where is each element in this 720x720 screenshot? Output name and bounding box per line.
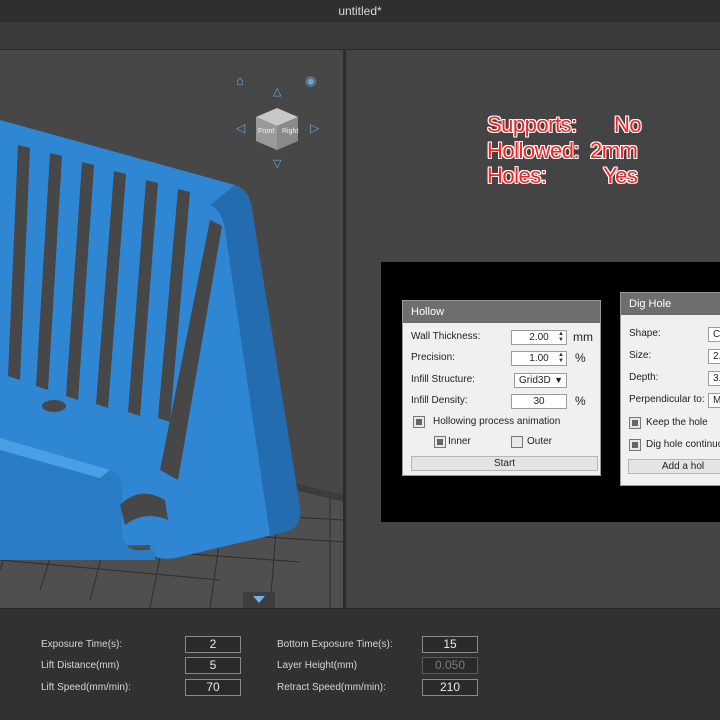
shape-select[interactable]: Ci — [708, 327, 720, 342]
add-hole-button[interactable]: Add a hol — [628, 459, 720, 474]
rotate-left-icon[interactable]: ◁ — [236, 122, 245, 135]
infill-density-field[interactable]: 30 — [511, 394, 567, 409]
exposure-time-label: Exposure Time(s): — [41, 639, 123, 650]
annotation-holes-value: Yes — [603, 163, 638, 188]
lift-speed-label: Lift Speed(mm/min): — [41, 682, 132, 693]
nav-cube[interactable]: Front Right — [254, 106, 300, 152]
lift-distance-field[interactable]: 5 — [185, 657, 241, 674]
hollow-dialog-title: Hollow — [403, 301, 600, 323]
inner-label: Inner — [448, 436, 471, 447]
lift-speed-field[interactable]: 70 — [185, 679, 241, 696]
infill-structure-value: Grid3D — [519, 375, 551, 386]
arrow-up-icon[interactable]: △ — [273, 86, 281, 99]
spin-arrows-icon[interactable]: ▲ ▼ — [558, 331, 564, 343]
lift-distance-label: Lift Distance(mm) — [41, 660, 120, 671]
add-hole-button-label: Add a hol — [661, 461, 705, 472]
dig-continuous-label: Dig hole continuou — [646, 439, 720, 450]
wall-thickness-unit: mm — [573, 330, 593, 344]
size-label: Size: — [629, 350, 652, 361]
3d-viewport[interactable]: Front Right ⌂ ◉ △ ◁ ▷ ▽ — [0, 50, 344, 608]
window-title: untitled* — [338, 4, 382, 18]
infill-density-unit: % — [575, 394, 586, 408]
print-parameters-panel: Exposure Time(s): 2 Bottom Exposure Time… — [0, 608, 720, 720]
depth-value: 3. — [713, 373, 720, 384]
perpendicular-label: Perpendicular to: — [629, 394, 705, 405]
wall-thickness-value: 2.00 — [529, 332, 549, 343]
annotation-supports-label: Supports: — [487, 112, 577, 137]
hollowing-animation-label: Hollowing process animation — [433, 416, 561, 427]
precision-unit: % — [575, 351, 586, 365]
hollow-dialog: Hollow Wall Thickness: 2.00 ▲ ▼ mm Precis… — [402, 300, 601, 476]
shape-value: Ci — [713, 329, 720, 340]
perpendicular-select[interactable]: M — [708, 393, 720, 408]
home-icon[interactable]: ⌂ — [236, 74, 244, 87]
inner-checkbox[interactable] — [434, 436, 446, 448]
perpendicular-value: M — [713, 395, 720, 406]
infill-structure-label: Infill Structure: — [411, 374, 475, 385]
shape-label: Shape: — [629, 328, 661, 339]
infill-density-label: Infill Density: — [411, 395, 468, 406]
depth-spinbox[interactable]: 3. — [708, 371, 720, 386]
title-bar: untitled* — [0, 0, 720, 22]
rotate-right-icon[interactable]: ▷ — [310, 122, 319, 135]
size-spinbox[interactable]: 2. — [708, 349, 720, 364]
infill-density-value: 30 — [533, 396, 545, 407]
dig-hole-dialog-title: Dig Hole — [621, 293, 720, 315]
annotation-holes-label: Holes: — [487, 163, 547, 188]
wall-thickness-label: Wall Thickness: — [411, 331, 481, 342]
dig-hole-dialog: Dig Hole Shape: Ci Size: 2. Depth: 3. Pe… — [620, 292, 720, 486]
collapse-arrow-icon — [253, 596, 265, 603]
keep-hole-label: Keep the hole — [646, 417, 708, 428]
app-window: untitled* Front Right ⌂ ◉ △ ◁ ▷ ▽ Suppor… — [0, 0, 720, 720]
retract-speed-label: Retract Speed(mm/min): — [277, 682, 386, 693]
retract-speed-field[interactable]: 210 — [422, 679, 478, 696]
start-button[interactable]: Start — [411, 456, 598, 471]
layer-height-label: Layer Height(mm) — [277, 660, 358, 671]
arrow-down-icon[interactable]: ▽ — [273, 158, 281, 171]
outer-label: Outer — [527, 436, 553, 447]
hollowing-animation-checkbox[interactable] — [413, 416, 425, 428]
layer-height-field: 0.050 — [422, 657, 478, 674]
nav-cube-front-label: Front — [258, 128, 275, 135]
lift-distance-value: 5 — [209, 658, 217, 672]
lift-speed-value: 70 — [206, 680, 220, 694]
annotation-supports-value: No — [614, 112, 642, 137]
exposure-time-value: 2 — [209, 637, 217, 651]
layer-height-value: 0.050 — [434, 658, 466, 672]
dig-continuous-checkbox[interactable] — [629, 439, 641, 451]
wall-thickness-spinbox[interactable]: 2.00 ▲ ▼ — [511, 330, 567, 345]
precision-spinbox[interactable]: 1.00 ▲ ▼ — [511, 351, 567, 366]
spin-arrows-icon[interactable]: ▲ ▼ — [558, 352, 564, 364]
annotation-hollowed-value: 2mm — [590, 138, 638, 163]
dialog-screenshot-inset: Hollow Wall Thickness: 2.00 ▲ ▼ mm Precis… — [381, 262, 720, 522]
exposure-time-field[interactable]: 2 — [185, 636, 241, 653]
bottom-exposure-time-field[interactable]: 15 — [422, 636, 478, 653]
eye-icon[interactable]: ◉ — [305, 74, 316, 87]
toolbar — [0, 22, 720, 50]
depth-label: Depth: — [629, 372, 659, 383]
chevron-down-icon: ▼ — [554, 375, 563, 385]
annotation-hollowed-label: Hollowed: — [487, 138, 580, 163]
bottom-exposure-time-value: 15 — [443, 637, 457, 651]
retract-speed-value: 210 — [439, 680, 461, 694]
bottom-exposure-time-label: Bottom Exposure Time(s): — [277, 639, 393, 650]
size-value: 2. — [713, 351, 720, 362]
panel-collapse-tab[interactable] — [243, 592, 275, 608]
keep-hole-checkbox[interactable] — [629, 417, 641, 429]
precision-value: 1.00 — [529, 353, 549, 364]
outer-checkbox[interactable] — [511, 436, 523, 448]
precision-label: Precision: — [411, 352, 455, 363]
phone-stand-model — [0, 120, 301, 560]
nav-cube-right-label: Right — [282, 128, 299, 135]
start-button-label: Start — [493, 458, 516, 469]
infill-structure-select[interactable]: Grid3D ▼ — [514, 373, 567, 388]
